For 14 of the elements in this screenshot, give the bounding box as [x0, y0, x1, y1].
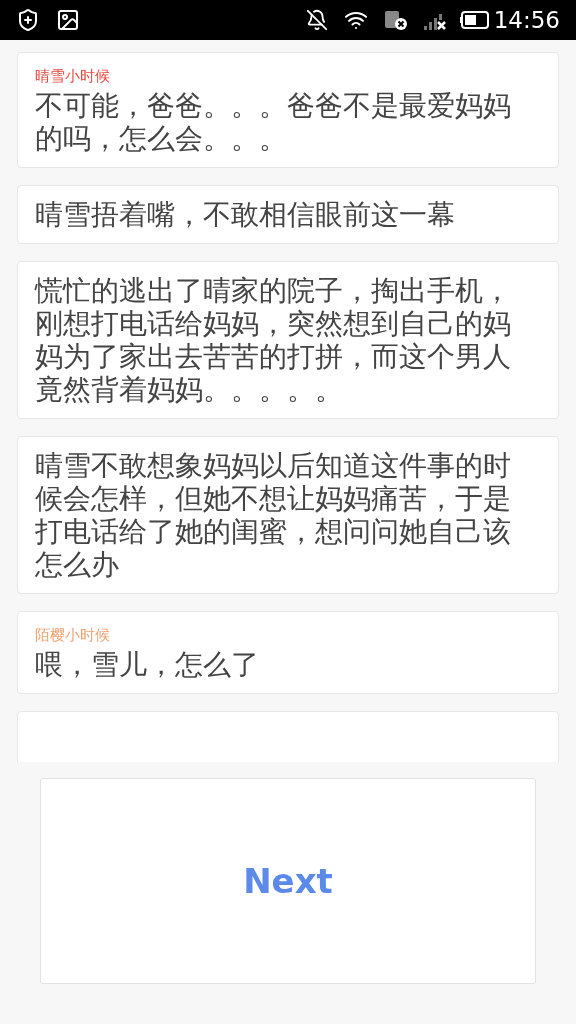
bell-off-icon: [305, 9, 328, 31]
message-text: 晴雪捂着嘴，不敢相信眼前这一幕: [35, 198, 456, 231]
message-text: 喂，雪儿，怎么了: [35, 648, 260, 681]
clock-time: 14:56: [493, 5, 560, 35]
battery-icon: [459, 11, 490, 29]
speaker-name: 晴雪小时候: [35, 66, 111, 87]
sim-card-icon: [383, 9, 408, 31]
speaker-name: 陌樱小时候: [35, 625, 111, 646]
image-icon: [56, 8, 80, 32]
message-text: 不可能，爸爸。。。爸爸不是最爱妈妈的吗，怎么会。。。: [35, 89, 512, 155]
message-text: 慌忙的逃出了晴家的院子，掏出手机，刚想打电话给妈妈，突然想到自己的妈妈为了家出去苦苦的打拼，而这个男人竟然背着妈妈。。。。。: [35, 274, 512, 406]
shield-icon: [16, 8, 40, 32]
message-text: 晴雪不敢想象妈妈以后知道这件事的时候会怎样，但她不想让妈妈痛苦，于是打电话给了她的闺蜜，想问问她自己该怎么办: [35, 449, 512, 581]
next-button[interactable]: Next: [40, 778, 536, 984]
